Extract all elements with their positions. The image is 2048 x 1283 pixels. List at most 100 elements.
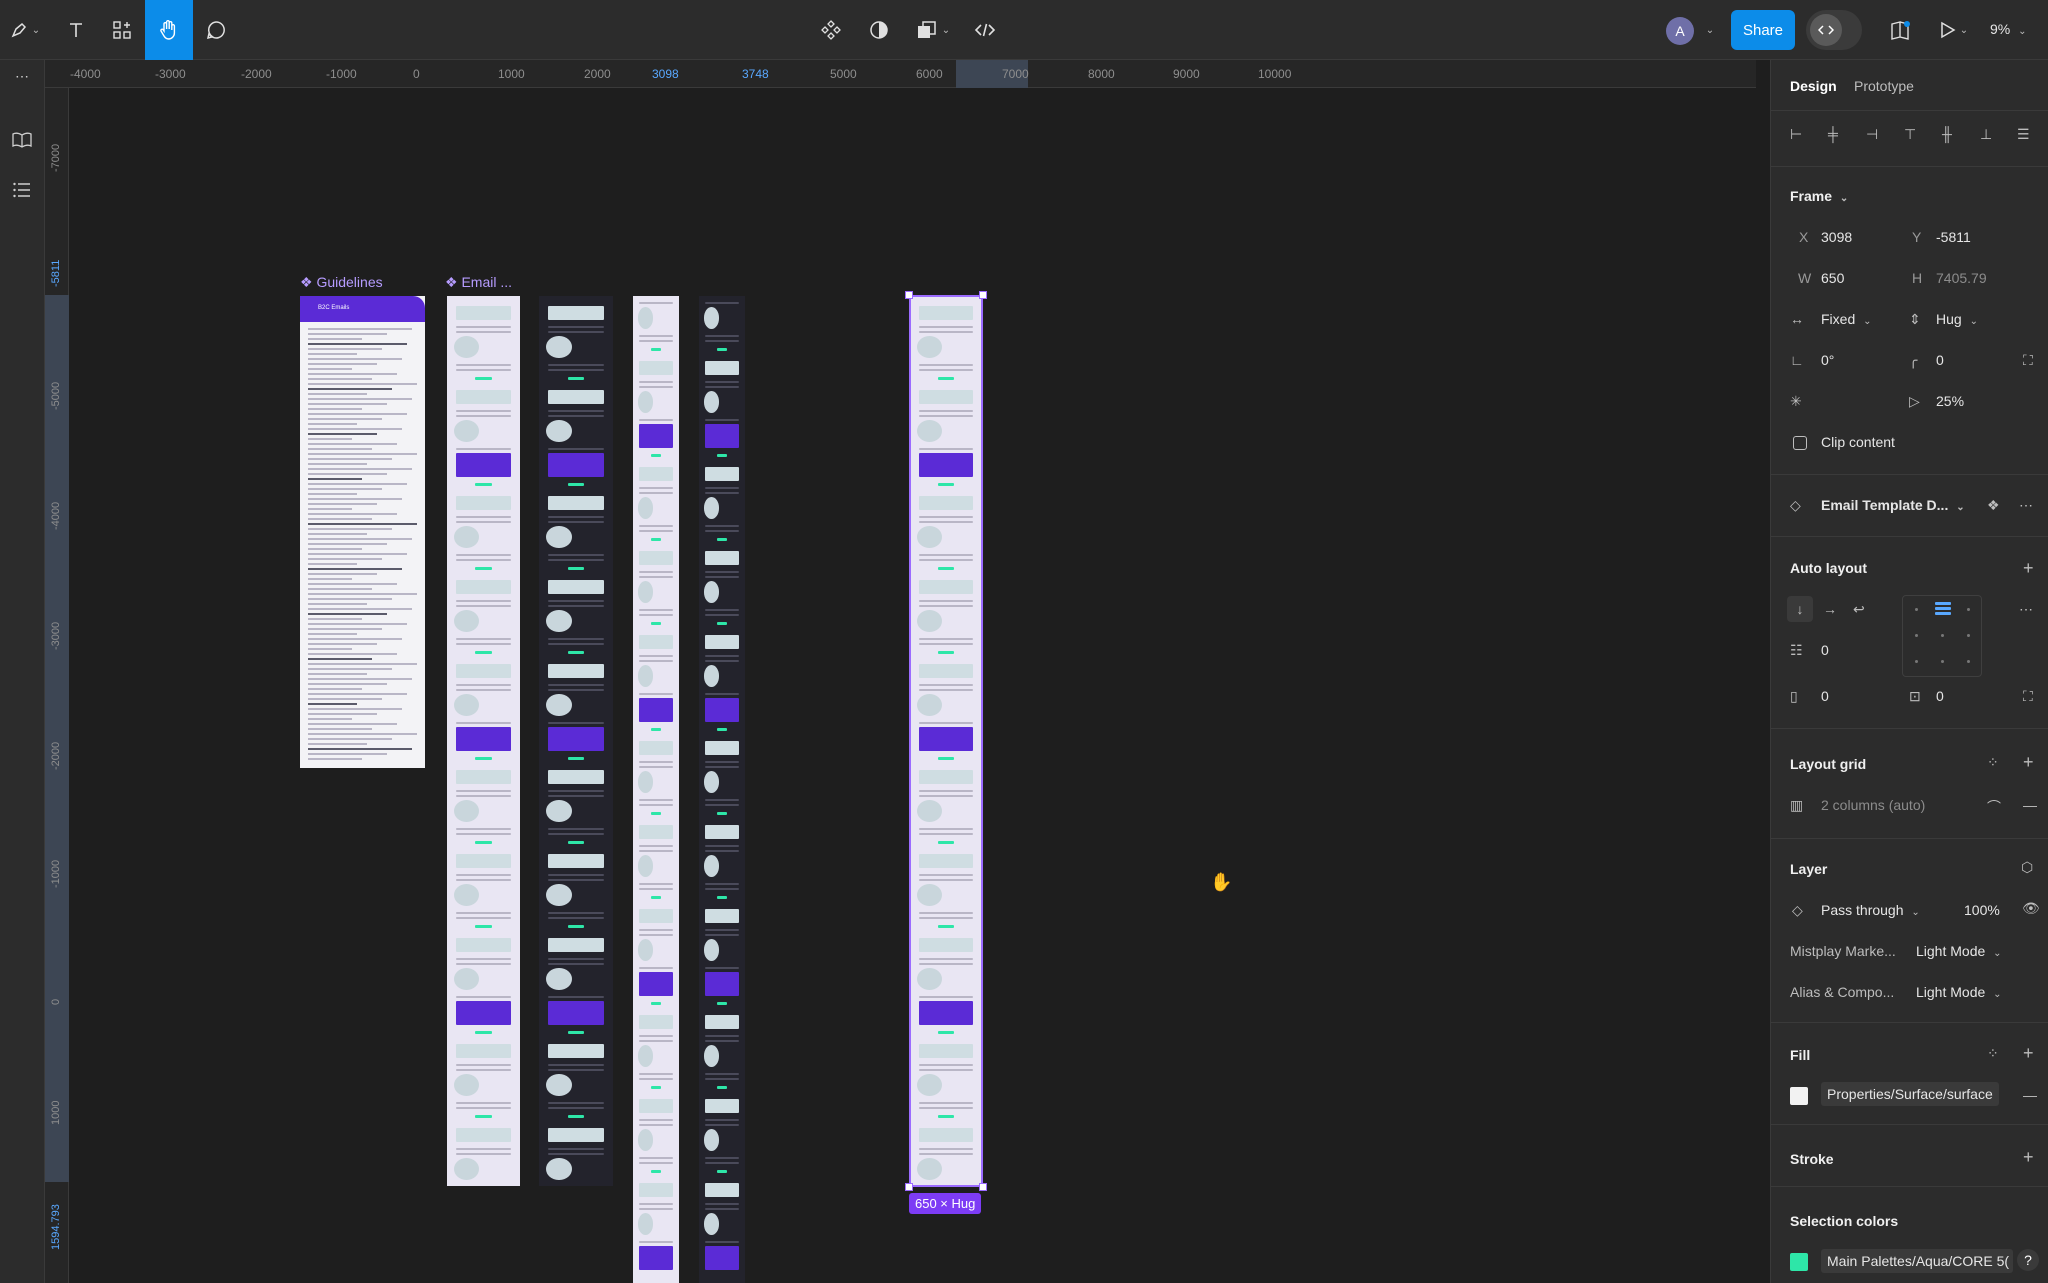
tab-design[interactable]: Design <box>1790 78 1837 94</box>
alignment-grid[interactable] <box>1902 595 1982 677</box>
alignment-dot[interactable] <box>1967 660 1970 663</box>
wrap-direction-icon[interactable]: ↩ <box>1853 601 1865 618</box>
h-field[interactable]: 7405.79 <box>1936 270 1987 286</box>
add-icon[interactable]: + <box>2023 752 2034 773</box>
add-icon[interactable]: + <box>2023 1147 2034 1168</box>
guideline-text-line <box>308 678 412 680</box>
clip-content-checkbox[interactable] <box>1793 436 1807 450</box>
layers-list-icon[interactable] <box>8 176 36 204</box>
corner-radius-field[interactable]: 0 <box>1936 352 1944 368</box>
align-center-h-icon[interactable]: ╪ <box>1828 126 1838 142</box>
alignment-dot[interactable] <box>1941 634 1944 637</box>
width-mode-select[interactable]: Fixed ⌄ <box>1821 311 1872 327</box>
email-content-block <box>703 855 720 877</box>
align-left-icon[interactable]: ⊢ <box>1790 126 1802 143</box>
resize-handle[interactable] <box>979 291 987 299</box>
email-frame-dark[interactable] <box>539 296 613 1186</box>
frame-label-guidelines[interactable]: ❖ Guidelines <box>300 274 383 291</box>
w-field[interactable]: 650 <box>1821 270 1844 286</box>
frame-opacity-field[interactable]: 25% <box>1936 393 1964 409</box>
help-button[interactable]: ? <box>2017 1249 2039 1271</box>
grid-styles-icon[interactable]: ⁘ <box>1987 754 1999 771</box>
tab-prototype[interactable]: Prototype <box>1854 78 1914 94</box>
fill-style-name[interactable]: Properties/Surface/surface <box>1821 1082 1999 1106</box>
more-options-icon[interactable]: ⋯ <box>2019 497 2033 514</box>
blend-mode-select[interactable]: Pass through ⌄ <box>1821 902 1920 918</box>
vertical-direction-icon[interactable]: ↓ <box>1787 596 1813 622</box>
independent-corners-icon[interactable]: ⛶ <box>2023 352 2033 369</box>
code-button[interactable] <box>970 0 1000 60</box>
email-content-block <box>547 996 605 998</box>
frame-label-email[interactable]: ❖ Email ... <box>445 274 512 291</box>
resources-button[interactable] <box>104 0 140 60</box>
dev-mode-toggle[interactable] <box>1806 10 1862 50</box>
align-right-icon[interactable]: ⊣ <box>1866 126 1878 143</box>
boolean-button[interactable]: ⌄ <box>910 0 956 60</box>
alignment-dot[interactable] <box>1967 608 1970 611</box>
auto-layout-more-icon[interactable]: ⋯ <box>2019 601 2033 618</box>
layer-settings-icon[interactable]: ⬡ <box>2021 859 2033 876</box>
selection-color-style[interactable]: Main Palettes/Aqua/CORE 5( <box>1821 1249 2013 1273</box>
align-bottom-icon[interactable]: ⊥ <box>1980 126 1992 143</box>
email-frame-light[interactable] <box>447 296 520 1186</box>
gap-field[interactable]: 0 <box>1821 642 1829 658</box>
alignment-dot[interactable] <box>1915 634 1918 637</box>
go-to-component-icon[interactable]: ❖ <box>1987 497 2000 514</box>
avatar[interactable]: A <box>1666 17 1694 45</box>
align-middle-v-icon[interactable]: ╫ <box>1942 126 1952 142</box>
pen-tool-button[interactable]: ⌄ <box>4 0 46 60</box>
zoom-level[interactable]: 9% ⌄ <box>1990 21 2027 37</box>
align-top-icon[interactable]: ⊤ <box>1904 126 1916 143</box>
rotation-field[interactable]: 0° <box>1821 352 1834 368</box>
avatar-menu-chevron-icon[interactable]: ⌄ <box>1700 0 1716 60</box>
height-mode-select[interactable]: Hug ⌄ <box>1936 311 1978 327</box>
email-frame-mobile-dark[interactable] <box>699 296 745 1283</box>
alignment-dot[interactable] <box>1915 608 1918 611</box>
horizontal-padding-field[interactable]: 0 <box>1821 688 1829 704</box>
email-content-block <box>704 850 740 852</box>
remove-icon[interactable]: — <box>2023 797 2037 813</box>
fill-color-swatch[interactable] <box>1790 1087 1808 1105</box>
variable-mode-select[interactable]: Light Mode ⌄ <box>1916 984 2002 1000</box>
resize-handle[interactable] <box>979 1183 987 1191</box>
hide-grid-icon[interactable]: ⌒ <box>1987 797 2001 817</box>
mask-button[interactable] <box>864 0 894 60</box>
frame-section-title[interactable]: Frame ⌄ <box>1790 188 1848 204</box>
guideline-text-line <box>308 553 407 555</box>
component-button[interactable] <box>816 0 846 60</box>
email-frame-mobile-light[interactable] <box>633 296 679 1283</box>
email-content-block <box>638 804 674 806</box>
resize-handle[interactable] <box>905 1183 913 1191</box>
email-content-block <box>704 799 740 801</box>
alignment-dot[interactable] <box>1915 660 1918 663</box>
horizontal-direction-icon[interactable]: → <box>1823 601 1837 617</box>
add-icon[interactable]: + <box>2023 1043 2034 1064</box>
independent-padding-icon[interactable]: ⛶ <box>2023 688 2033 705</box>
resize-handle[interactable] <box>905 291 913 299</box>
canvas[interactable]: ❖ Guidelines B2C Emails ❖ Email ... 650 … <box>69 88 1756 1283</box>
component-name[interactable]: Email Template D... ⌄ <box>1821 497 1965 513</box>
x-field[interactable]: 3098 <box>1821 229 1852 245</box>
share-button[interactable]: Share <box>1731 10 1795 50</box>
alignment-dot[interactable] <box>1941 660 1944 663</box>
ellipsis-icon[interactable]: ⋯ <box>8 62 36 90</box>
book-icon[interactable] <box>8 126 36 154</box>
hand-tool-button[interactable] <box>145 0 193 60</box>
alignment-dot[interactable] <box>1967 634 1970 637</box>
selection-color-swatch[interactable] <box>1790 1253 1808 1271</box>
distribute-icon[interactable]: ☰ <box>2017 126 2030 143</box>
eye-icon[interactable]: 👁 <box>2022 900 2040 917</box>
library-button[interactable] <box>1886 0 1916 60</box>
text-tool-button[interactable] <box>58 0 94 60</box>
grid-setting[interactable]: 2 columns (auto) <box>1821 797 1925 813</box>
layer-opacity-field[interactable]: 100% <box>1964 902 2000 918</box>
y-field[interactable]: -5811 <box>1936 229 1971 245</box>
fill-styles-icon[interactable]: ⁘ <box>1987 1045 1999 1062</box>
add-icon[interactable]: + <box>2023 558 2034 579</box>
vertical-padding-field[interactable]: 0 <box>1936 688 1944 704</box>
present-button[interactable]: ⌄ <box>1934 0 1974 60</box>
comment-tool-button[interactable] <box>198 0 234 60</box>
guidelines-frame[interactable]: B2C Emails <box>300 296 425 768</box>
remove-icon[interactable]: — <box>2023 1087 2037 1103</box>
variable-mode-select[interactable]: Light Mode ⌄ <box>1916 943 2002 959</box>
